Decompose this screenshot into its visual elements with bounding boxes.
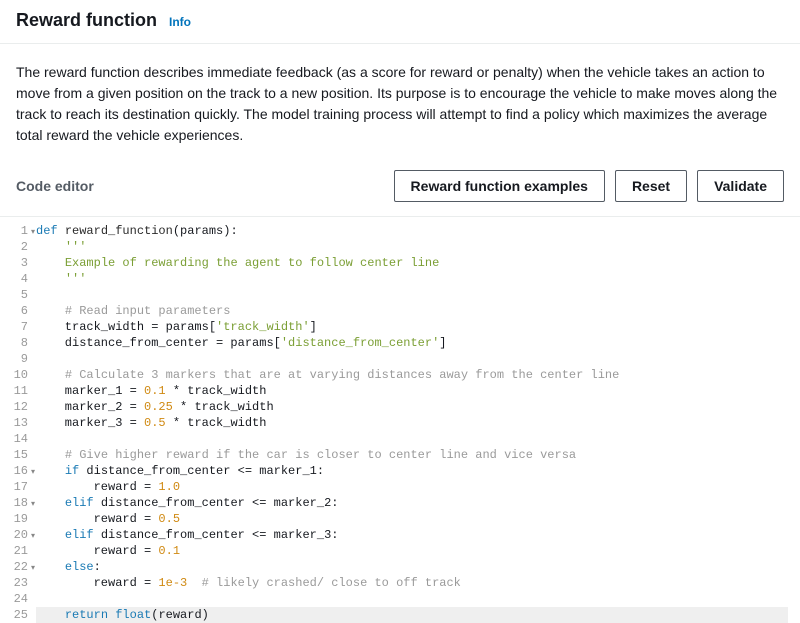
line-number: 10	[6, 367, 28, 383]
line-number: 12	[6, 399, 28, 415]
line-number: 1▾	[6, 223, 28, 239]
code-line[interactable]: reward = 1.0	[36, 479, 788, 495]
fold-icon[interactable]: ▾	[31, 529, 35, 545]
line-number: 25	[6, 607, 28, 623]
code-line[interactable]: # Calculate 3 markers that are at varyin…	[36, 367, 788, 383]
code-line[interactable]: if distance_from_center <= marker_1:	[36, 463, 788, 479]
code-editor[interactable]: 1▾2345678910111213141516▾1718▾1920▾2122▾…	[0, 216, 800, 623]
code-line[interactable]: Example of rewarding the agent to follow…	[36, 255, 788, 271]
code-line[interactable]	[36, 431, 788, 447]
line-number: 14	[6, 431, 28, 447]
code-line[interactable]: elif distance_from_center <= marker_2:	[36, 495, 788, 511]
section-description: The reward function describes immediate …	[0, 44, 800, 164]
code-line[interactable]: marker_1 = 0.1 * track_width	[36, 383, 788, 399]
line-gutter: 1▾2345678910111213141516▾1718▾1920▾2122▾…	[0, 223, 36, 623]
line-number: 22▾	[6, 559, 28, 575]
code-line[interactable]: reward = 0.1	[36, 543, 788, 559]
line-number: 3	[6, 255, 28, 271]
line-number: 4	[6, 271, 28, 287]
code-line[interactable]: marker_2 = 0.25 * track_width	[36, 399, 788, 415]
line-number: 24	[6, 591, 28, 607]
info-link[interactable]: Info	[169, 15, 191, 29]
code-line[interactable]: # Read input parameters	[36, 303, 788, 319]
code-line[interactable]: '''	[36, 239, 788, 255]
editor-toolbar: Code editor Reward function examples Res…	[0, 164, 800, 216]
line-number: 7	[6, 319, 28, 335]
line-number: 8	[6, 335, 28, 351]
code-line[interactable]: def reward_function(params):	[36, 223, 788, 239]
code-line[interactable]: elif distance_from_center <= marker_3:	[36, 527, 788, 543]
line-number: 23	[6, 575, 28, 591]
line-number: 21	[6, 543, 28, 559]
code-line[interactable]: distance_from_center = params['distance_…	[36, 335, 788, 351]
line-number: 16▾	[6, 463, 28, 479]
toolbar-buttons: Reward function examples Reset Validate	[394, 170, 784, 202]
code-line[interactable]: marker_3 = 0.5 * track_width	[36, 415, 788, 431]
code-line[interactable]	[36, 591, 788, 607]
line-number: 2	[6, 239, 28, 255]
code-line[interactable]	[36, 287, 788, 303]
line-number: 9	[6, 351, 28, 367]
fold-icon[interactable]: ▾	[31, 225, 35, 241]
validate-button[interactable]: Validate	[697, 170, 784, 202]
line-number: 18▾	[6, 495, 28, 511]
fold-icon[interactable]: ▾	[31, 497, 35, 513]
code-line[interactable]: reward = 1e-3 # likely crashed/ close to…	[36, 575, 788, 591]
code-line[interactable]	[36, 351, 788, 367]
line-number: 11	[6, 383, 28, 399]
code-line[interactable]: # Give higher reward if the car is close…	[36, 447, 788, 463]
line-number: 5	[6, 287, 28, 303]
line-number: 13	[6, 415, 28, 431]
reset-button[interactable]: Reset	[615, 170, 687, 202]
fold-icon[interactable]: ▾	[31, 465, 35, 481]
fold-icon[interactable]: ▾	[31, 561, 35, 577]
code-line[interactable]: track_width = params['track_width']	[36, 319, 788, 335]
examples-button[interactable]: Reward function examples	[394, 170, 605, 202]
line-number: 15	[6, 447, 28, 463]
line-number: 17	[6, 479, 28, 495]
editor-label: Code editor	[16, 178, 394, 194]
line-number: 19	[6, 511, 28, 527]
code-line[interactable]: '''	[36, 271, 788, 287]
line-number: 6	[6, 303, 28, 319]
code-line[interactable]: return float(reward)	[36, 607, 788, 623]
section-title: Reward function	[16, 10, 157, 31]
code-area[interactable]: def reward_function(params): ''' Example…	[36, 223, 800, 623]
code-line[interactable]: else:	[36, 559, 788, 575]
section-header: Reward function Info	[0, 0, 800, 44]
code-line[interactable]: reward = 0.5	[36, 511, 788, 527]
line-number: 20▾	[6, 527, 28, 543]
